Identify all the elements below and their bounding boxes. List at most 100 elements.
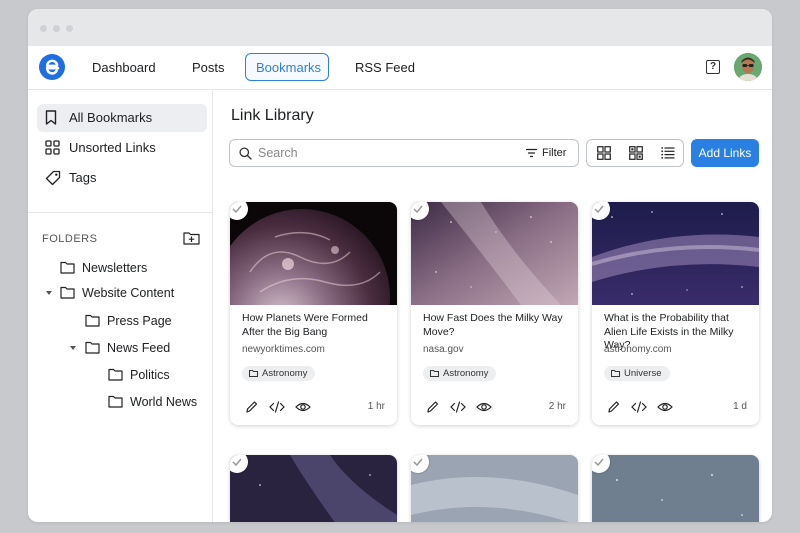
view-large-grid-button[interactable] [588,140,620,166]
card-domain: nasa.gov [423,344,464,355]
sidebar-item-unsorted-links[interactable]: Unsorted Links [37,134,207,162]
embed-code-icon[interactable] [450,400,466,414]
folder-press-page[interactable]: Press Page [85,312,172,330]
collapse-news-feed-icon[interactable] [70,346,76,350]
tag-icon [45,170,61,186]
folder-icon [249,370,258,377]
window-dot[interactable] [66,25,73,32]
card-tag-label: Astronomy [262,368,308,379]
card-thumbnail-galaxy [592,202,759,305]
folder-icon [108,395,123,408]
card-thumbnail-night-sky [230,455,397,522]
card-domain: newyorktimes.com [242,344,325,355]
card-thumbnail-milky-way [411,202,578,305]
logo-e-icon [45,59,60,75]
edit-icon[interactable] [606,400,622,414]
app-window: Dashboard Posts Bookmarks RSS Feed ? All… [28,9,772,522]
folder-plus-icon [183,232,200,245]
sidebar-item-all-bookmarks[interactable]: All Bookmarks [37,104,207,132]
list-icon [661,147,675,159]
sidebar-item-label: Unsorted Links [69,140,156,155]
bookmark-card[interactable] [230,455,397,522]
nav-posts[interactable]: Posts [181,53,236,81]
sidebar: All Bookmarks Unsorted Links Tags FOLDER… [28,90,213,522]
nav-dashboard[interactable]: Dashboard [81,53,167,81]
folder-news-feed[interactable]: News Feed [85,339,170,357]
folder-icon [430,370,439,377]
card-tag[interactable]: Astronomy [423,366,497,381]
card-thumbnail-starfield [592,455,759,522]
card-thumbnail-sun [230,202,397,305]
window-dot[interactable] [40,25,47,32]
avatar-person-icon [734,53,762,81]
view-toggle-group [586,139,684,167]
check-icon [594,458,604,466]
check-icon [232,458,242,466]
avatar[interactable] [734,53,762,81]
check-icon [232,205,242,213]
folder-label: Newsletters [82,261,148,275]
top-navigation: Dashboard Posts Bookmarks RSS Feed ? [28,46,772,90]
nav-rss-feed[interactable]: RSS Feed [344,53,426,81]
grid-icon [45,140,60,155]
embed-code-icon[interactable] [269,400,285,414]
sidebar-item-label: Tags [69,170,97,185]
card-title[interactable]: How Planets Were Formed After the Big Ba… [242,312,392,339]
large-grid-icon [597,146,611,160]
folder-newsletters[interactable]: Newsletters [60,259,147,277]
sidebar-divider [28,212,213,213]
folder-icon [60,261,75,274]
view-small-grid-button[interactable] [620,140,652,166]
folder-icon [611,370,620,377]
filter-label: Filter [542,147,567,159]
bookmark-card[interactable] [592,455,759,522]
main-content: Link Library Filter [214,90,772,522]
folder-icon [85,341,100,354]
folder-icon [85,314,100,327]
window-dot[interactable] [53,25,60,32]
bookmark-card[interactable]: How Planets Were Formed After the Big Ba… [230,202,397,425]
bookmark-card[interactable] [411,455,578,522]
window-titlebar [28,9,772,46]
preview-eye-icon[interactable] [476,400,492,414]
bookmark-card[interactable]: How Fast Does the Milky Way Move? nasa.g… [411,202,578,425]
folder-icon [60,286,75,299]
folder-politics[interactable]: Politics [108,366,170,384]
nav-bookmarks[interactable]: Bookmarks [245,53,329,81]
folders-heading: FOLDERS [42,233,98,245]
view-list-button[interactable] [652,140,684,166]
help-icon[interactable]: ? [706,60,720,74]
check-icon [413,458,423,466]
sidebar-item-label: All Bookmarks [69,110,153,125]
card-title[interactable]: How Fast Does the Milky Way Move? [423,312,573,339]
card-domain: astronomy.com [604,344,672,355]
search-box[interactable]: Filter [229,139,579,167]
bookmark-card[interactable]: What is the Probability that Alien Life … [592,202,759,425]
edit-icon[interactable] [425,400,441,414]
folder-world-news[interactable]: World News [108,393,197,411]
card-tag-label: Universe [624,368,662,379]
edit-icon[interactable] [244,400,260,414]
folder-icon [108,368,123,381]
add-links-button[interactable]: Add Links [691,139,759,167]
folder-website-content[interactable]: Website Content [60,284,174,302]
folder-label: News Feed [107,341,171,355]
new-folder-button[interactable] [183,231,200,250]
page-title: Link Library [231,107,314,124]
preview-eye-icon[interactable] [657,400,673,414]
collapse-website-content-icon[interactable] [46,291,52,295]
card-tag-label: Astronomy [443,368,489,379]
search-icon [239,147,252,160]
card-time: 2 hr [548,401,566,412]
small-grid-icon [629,146,643,160]
search-input[interactable] [258,144,498,162]
folder-label: Politics [130,368,170,382]
card-tag[interactable]: Astronomy [242,366,316,381]
preview-eye-icon[interactable] [295,400,311,414]
card-tag[interactable]: Universe [604,366,670,381]
sidebar-item-tags[interactable]: Tags [37,164,207,192]
embed-code-icon[interactable] [631,400,647,414]
app-logo[interactable] [39,54,65,80]
filter-button[interactable]: Filter [526,145,566,161]
bookmark-icon [45,110,57,125]
